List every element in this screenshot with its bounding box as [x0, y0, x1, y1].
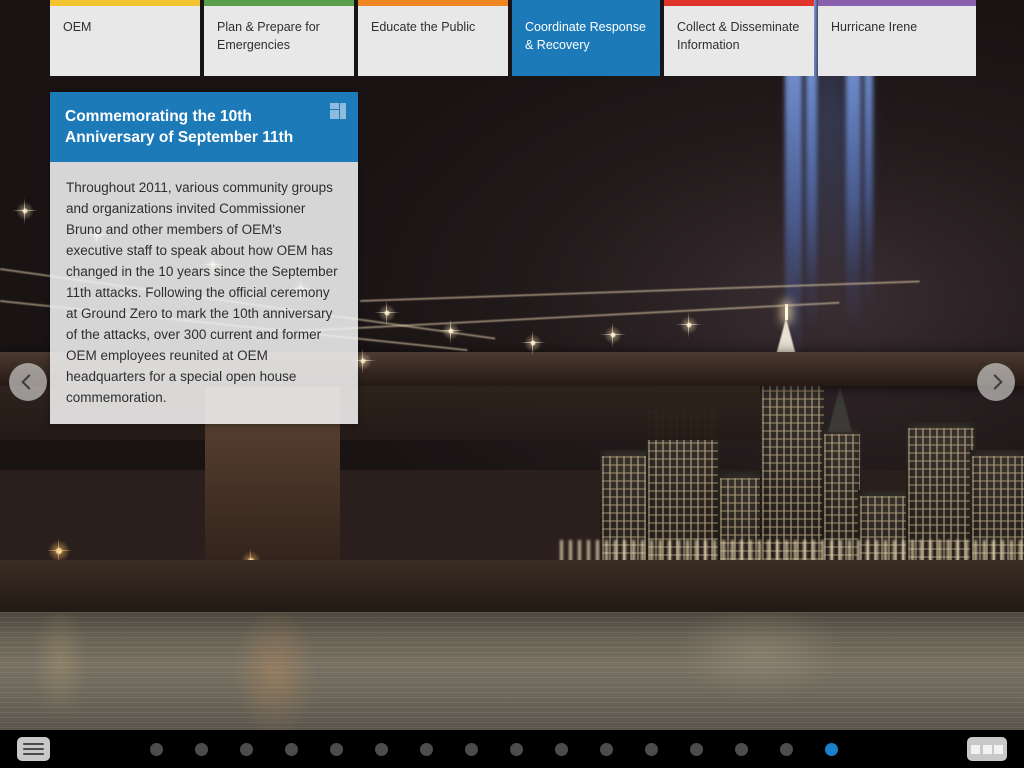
slide-dot-11[interactable] [600, 742, 613, 756]
slide-dot-5[interactable] [330, 742, 343, 756]
tab-label: Educate the Public [371, 20, 476, 34]
waterfront-pier [0, 560, 1024, 618]
slide-indicator-dots [150, 730, 838, 768]
slide-dot-1[interactable] [150, 742, 163, 756]
tab-color-bar [204, 0, 354, 6]
slide-dot-16[interactable] [825, 742, 838, 756]
tab-label: Plan & Prepare for Emergencies [217, 20, 320, 52]
tab-plan-prepare-for-emergencies[interactable]: Plan & Prepare for Emergencies [204, 0, 354, 76]
tab-oem[interactable]: OEM [50, 0, 200, 76]
tab-label: Coordinate Response & Recovery [525, 20, 646, 52]
tab-color-bar [50, 0, 200, 6]
slide-info-card: Commemorating the 10th Anniversary of Se… [50, 92, 358, 424]
slide-dot-3[interactable] [240, 742, 253, 756]
slide-dot-8[interactable] [465, 742, 478, 756]
section-tab-bar: OEM Plan & Prepare for Emergencies Educate… [50, 0, 976, 76]
thumbnail-grid-icon[interactable] [967, 737, 1007, 761]
slide-dot-12[interactable] [645, 742, 658, 756]
tab-color-bar [512, 0, 660, 6]
slide-dot-14[interactable] [735, 742, 748, 756]
tab-color-bar [358, 0, 508, 6]
building-spire [828, 386, 852, 432]
slide-card-body: Throughout 2011, various community group… [50, 162, 358, 424]
slide-dot-4[interactable] [285, 742, 298, 756]
slide-dot-7[interactable] [420, 742, 433, 756]
tab-color-bar [818, 0, 976, 6]
tab-label: OEM [63, 20, 92, 34]
slide-dot-15[interactable] [780, 742, 793, 756]
chevron-right-icon [987, 374, 1003, 390]
slide-title: Commemorating the 10th Anniversary of Se… [65, 108, 294, 146]
slide-dot-9[interactable] [510, 742, 523, 756]
slide-dot-10[interactable] [555, 742, 568, 756]
slide-description: Throughout 2011, various community group… [66, 180, 338, 405]
tab-label: Hurricane Irene [831, 20, 918, 34]
slide-card-header: Commemorating the 10th Anniversary of Se… [50, 92, 358, 162]
tab-hurricane-irene[interactable]: Hurricane Irene [818, 0, 976, 76]
east-river-water [0, 612, 1024, 730]
next-slide-button[interactable] [977, 363, 1015, 401]
slide-dot-6[interactable] [375, 742, 388, 756]
slideshow-stage: OEM Plan & Prepare for Emergencies Educate… [0, 0, 1024, 768]
tab-educate-the-public[interactable]: Educate the Public [358, 0, 508, 76]
tab-color-bar [664, 0, 814, 6]
chevron-left-icon [21, 374, 37, 390]
tab-label: Collect & Disseminate Information [677, 20, 800, 52]
slide-dot-2[interactable] [195, 742, 208, 756]
slide-dot-13[interactable] [690, 742, 703, 756]
restore-window-icon[interactable] [330, 103, 346, 119]
slideshow-toolbar [0, 730, 1024, 768]
tab-coordinate-response-recovery[interactable]: Coordinate Response & Recovery [512, 0, 660, 76]
previous-slide-button[interactable] [9, 363, 47, 401]
tab-collect-disseminate-information[interactable]: Collect & Disseminate Information [664, 0, 814, 76]
hamburger-menu-icon[interactable] [17, 737, 50, 761]
